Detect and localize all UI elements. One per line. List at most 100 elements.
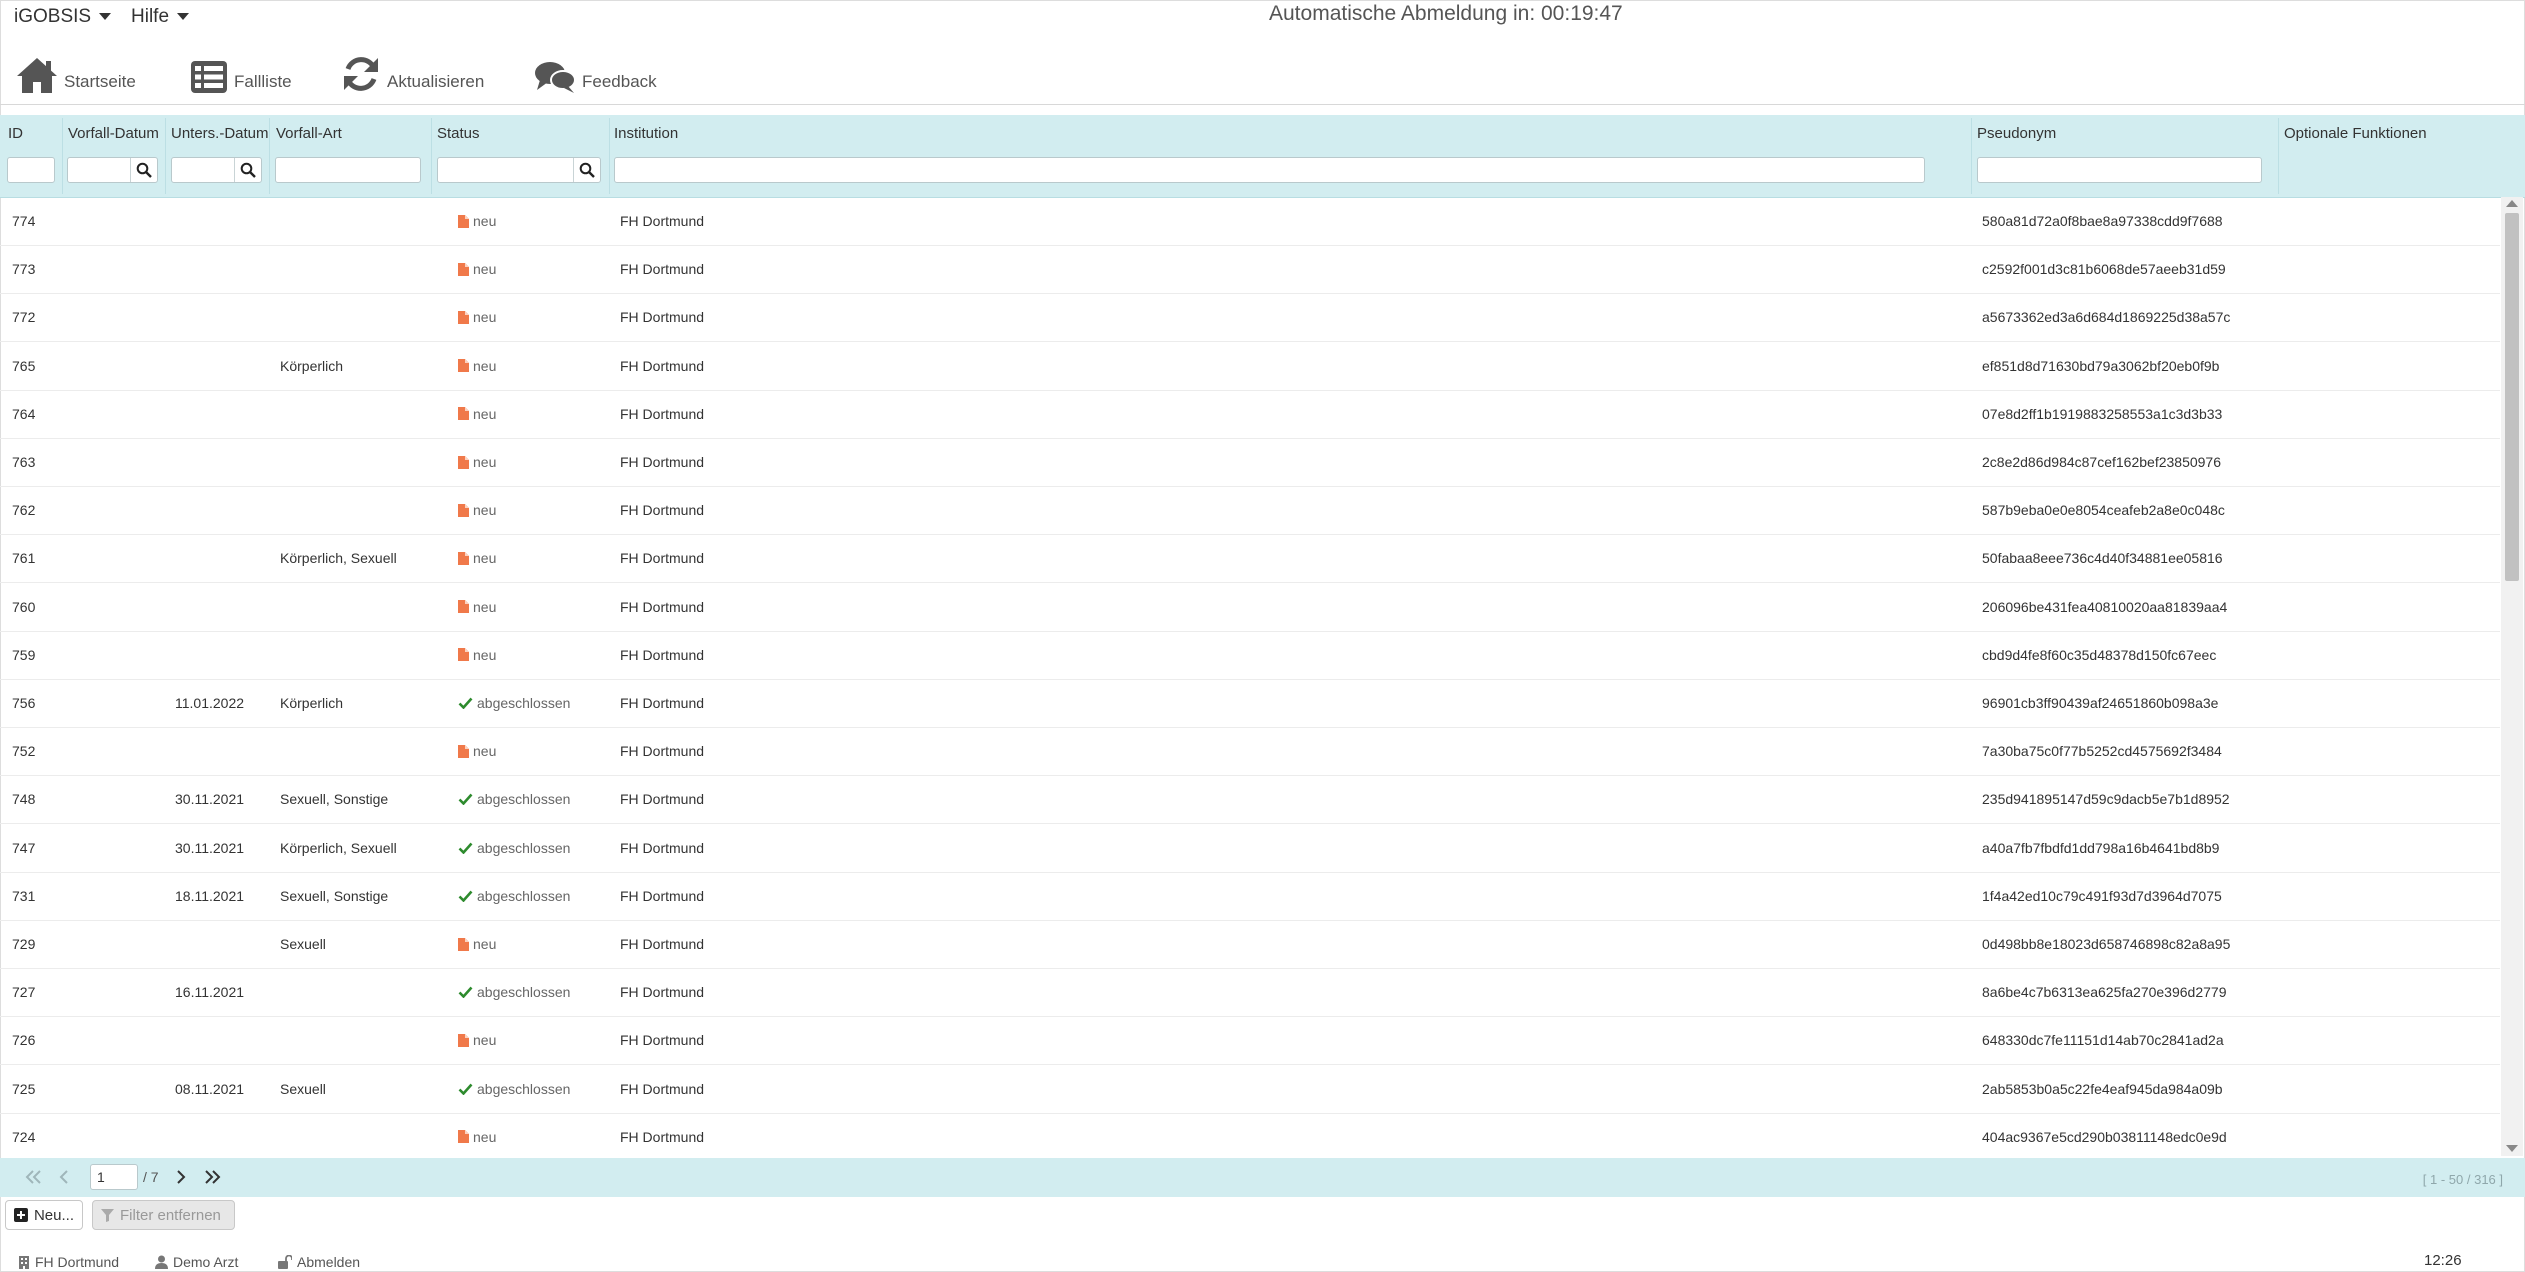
table-row[interactable]: 763 FH Dortmund 2c8e2d86d984c87cef162bef23… <box>0 438 2500 487</box>
status-label: neu <box>473 502 497 519</box>
logout-link[interactable]: Abmelden <box>278 1254 360 1270</box>
table-row[interactable]: 756 11.01.2022 Körperlich FH Dortmund 96901c… <box>0 679 2500 728</box>
filter-vorfall-datum-input[interactable] <box>67 157 158 183</box>
table-row[interactable]: 725 08.11.2021 Sexuell FH Dortmund 2ab5853b0… <box>0 1065 2500 1114</box>
cell-id: 764 <box>12 405 36 422</box>
table-row[interactable]: 774 FH Dortmund 580a81d72a0f8bae8a97338cdd… <box>0 197 2500 246</box>
header-id[interactable]: ID <box>8 125 23 142</box>
refresh-label: Aktualisieren <box>387 72 485 91</box>
table-row[interactable]: 764 FH Dortmund 07e8d2ff1b1919883258553a1c… <box>0 390 2500 439</box>
help-menu[interactable]: Hilfe <box>131 6 190 28</box>
status-badge: neu <box>458 213 496 229</box>
new-case-button[interactable]: Neu... <box>5 1200 83 1230</box>
caselist-button[interactable]: Fallliste <box>190 48 292 94</box>
status-label: abgeschlossen <box>477 1080 571 1097</box>
table-row[interactable]: 772 FH Dortmund a5673362ed3a6d684d1869225d… <box>0 293 2500 343</box>
table-row[interactable]: 761 Körperlich, Sexuell FH Dortmund 50fabaa… <box>0 534 2500 584</box>
table-row[interactable]: 762 FH Dortmund 587b9eba0e0e8054ceafeb2a8e… <box>0 486 2500 536</box>
status-badge: neu <box>458 358 496 374</box>
table-row[interactable]: 747 30.11.2021 Körperlich, Sexuell FH Dortm… <box>0 824 2500 873</box>
column-divider[interactable] <box>1971 118 1972 194</box>
cell-id: 762 <box>12 502 36 519</box>
column-divider[interactable] <box>269 118 270 194</box>
home-button[interactable]: Startseite <box>16 48 136 94</box>
status-label: neu <box>473 936 497 952</box>
header-vorfall-art[interactable]: Vorfall-Art <box>276 125 342 142</box>
table-row[interactable]: 727 16.11.2021 FH Dortmund 8a6be4c7b6313ea6… <box>0 968 2500 1018</box>
scroll-thumb[interactable] <box>2505 213 2519 581</box>
cell-id: 726 <box>12 1032 36 1049</box>
cell-institution: FH Dortmund <box>620 598 705 615</box>
status-label: neu <box>473 598 497 615</box>
table-row[interactable]: 752 FH Dortmund 7a30ba75c0f77b5252cd457569… <box>0 727 2500 777</box>
cell-pseudonym: 2ab5853b0a5c22fe4eaf945da984a09b <box>1982 1080 2223 1097</box>
status-badge: abgeschlossen <box>458 1081 570 1097</box>
file-icon <box>458 1033 469 1047</box>
filter-id-input[interactable] <box>7 157 55 183</box>
status-label: neu <box>473 261 497 278</box>
cell-id: 752 <box>12 743 36 760</box>
status-badge: neu <box>458 454 496 470</box>
column-divider[interactable] <box>62 118 63 194</box>
cell-institution: FH Dortmund <box>620 839 705 856</box>
header-vorfall-datum[interactable]: Vorfall-Datum <box>68 125 159 142</box>
header-institution[interactable]: Institution <box>614 125 678 142</box>
cell-pseudonym: a40a7fb7fbdfd1dd798a16b4641bd8b9 <box>1982 839 2220 856</box>
logout-label: Abmelden <box>297 1254 361 1270</box>
table-row[interactable]: 748 30.11.2021 Sexuell, Sonstige FH Dortmun… <box>0 775 2500 825</box>
status-badge: neu <box>458 647 496 663</box>
filter-unters-datum-input[interactable] <box>171 157 262 183</box>
page-number-input[interactable]: 1 <box>90 1164 138 1190</box>
table-row[interactable]: 726 FH Dortmund 648330dc7fe11151d14ab70c28… <box>0 1016 2500 1066</box>
prev-page-icon[interactable] <box>58 1169 70 1185</box>
filter-vorfall-art-input[interactable] <box>275 157 421 183</box>
search-icon[interactable] <box>234 158 261 182</box>
status-label: neu <box>473 743 497 760</box>
cell-pseudonym: a5673362ed3a6d684d1869225d38a57c <box>1982 309 2231 326</box>
scroll-up-icon[interactable] <box>2506 200 2518 207</box>
cell-vorfall-art: Körperlich <box>280 357 344 374</box>
search-icon[interactable] <box>130 158 157 182</box>
status-badge: abgeschlossen <box>458 791 570 807</box>
footer-user: Demo Arzt <box>155 1254 238 1270</box>
column-divider[interactable] <box>165 118 166 194</box>
cell-id: 727 <box>12 984 36 1001</box>
first-page-icon[interactable] <box>25 1169 43 1185</box>
table-row[interactable]: 759 FH Dortmund cbd9d4fe8f60c35d48378d150f… <box>0 631 2500 680</box>
cell-id: 765 <box>12 357 36 374</box>
caret-down-icon <box>177 13 190 21</box>
toolbar: Startseite Fallliste Aktualisieren Feedb… <box>0 40 2525 105</box>
header-pseudonym[interactable]: Pseudonym <box>1977 125 2056 142</box>
scroll-down-icon[interactable] <box>2506 1145 2518 1152</box>
remove-filter-button[interactable]: Filter entfernen <box>92 1200 235 1230</box>
table-row[interactable]: 731 18.11.2021 Sexuell, Sonstige FH Dortmun… <box>0 872 2500 921</box>
cell-unters-datum: 11.01.2022 <box>175 695 245 711</box>
table-row[interactable]: 729 Sexuell FH Dortmund 0d498bb8e18023d6587… <box>0 920 2500 969</box>
header-unters-datum[interactable]: Unters.-Datum <box>171 125 269 142</box>
table-row[interactable]: 724 FH Dortmund 404ac9367e5cd290b03811148e… <box>0 1113 2500 1157</box>
table-row[interactable]: 765 Körperlich FH Dortmund ef851d8d71630bd7… <box>0 342 2500 391</box>
header-optionale-funktionen: Optionale Funktionen <box>2284 125 2427 142</box>
filter-pseudonym-input[interactable] <box>1977 157 2262 183</box>
column-divider[interactable] <box>609 118 610 194</box>
table-row[interactable]: 773 FH Dortmund c2592f001d3c81b6068de57aee… <box>0 245 2500 295</box>
cell-pseudonym: 206096be431fea40810020aa81839aa4 <box>1982 598 2228 615</box>
last-page-icon[interactable] <box>203 1169 221 1185</box>
filter-status-input[interactable] <box>437 157 601 183</box>
filter-institution-input[interactable] <box>614 157 1925 183</box>
next-page-icon[interactable] <box>175 1169 187 1185</box>
cell-id: 761 <box>12 550 36 567</box>
refresh-button[interactable]: Aktualisieren <box>341 48 484 94</box>
table-scrollbar[interactable] <box>2501 197 2523 1156</box>
column-divider[interactable] <box>431 118 432 194</box>
feedback-button[interactable]: Feedback <box>534 48 657 94</box>
app-menu[interactable]: iGOBSIS <box>14 6 112 28</box>
header-status[interactable]: Status <box>437 125 480 142</box>
column-divider[interactable] <box>2278 118 2279 194</box>
table-row[interactable]: 760 FH Dortmund 206096be431fea40810020aa81… <box>0 583 2500 632</box>
cell-pseudonym: 50fabaa8eee736c4d40f34881ee05816 <box>1982 550 2223 567</box>
cell-id: 760 <box>12 598 36 615</box>
cell-id: 774 <box>12 213 36 229</box>
cell-id: 763 <box>12 454 36 470</box>
search-icon[interactable] <box>573 158 600 182</box>
